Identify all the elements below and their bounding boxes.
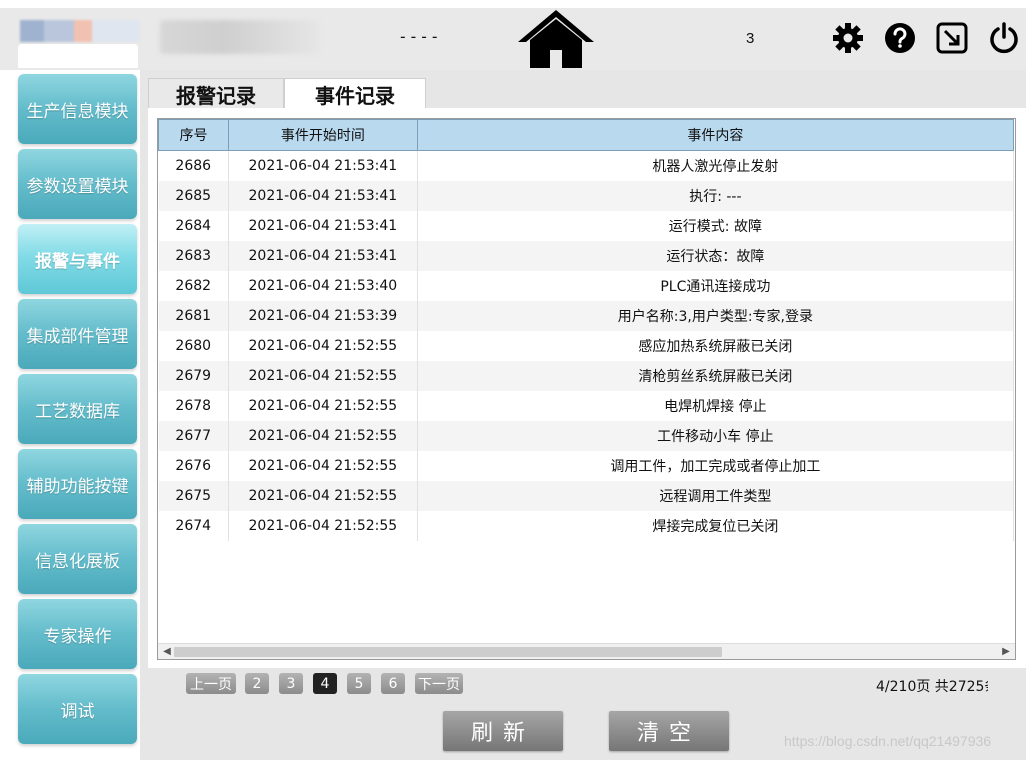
sidebar-item-production[interactable]: 生产信息模块 [18,74,137,144]
blurred-logo [20,20,140,42]
clear-button[interactable]: 清空 [609,711,729,751]
cell-content: 焊接完成复位已关闭 [417,510,1015,541]
cell-id: 2680 [158,330,229,361]
table-row[interactable]: 2680 2021-06-04 21:52:55 感应加热系统屏蔽已关闭 [158,330,1015,361]
watermark: https://blog.csdn.net/qq21497936 [784,733,992,749]
page-button-3[interactable]: 3 [279,673,303,694]
sidebar-item-info-board[interactable]: 信息化展板 [18,524,137,594]
sidebar-item-debug[interactable]: 调试 [18,674,137,744]
header-status-text: ---- [398,27,441,46]
cell-id: 2676 [158,450,229,481]
cell-id: 2677 [158,420,229,451]
table-row[interactable]: 2677 2021-06-04 21:52:55 工件移动小车 停止 [158,420,1015,451]
header-band [0,8,1026,70]
cell-time: 2021-06-04 21:52:55 [228,510,418,541]
scrollbar-thumb[interactable] [174,647,722,657]
gear-icon[interactable] [832,22,864,54]
header-bar: ---- 3 [0,0,1026,70]
cell-id: 2681 [158,300,229,331]
sidebar-item-process-db[interactable]: 工艺数据库 [18,374,137,444]
refresh-button[interactable]: 刷新 [443,711,563,751]
cell-id: 2683 [158,240,229,271]
tab-event-records[interactable]: 事件记录 [284,78,426,109]
table-row[interactable]: 2678 2021-06-04 21:52:55 电焊机焊接 停止 [158,390,1015,421]
cell-time: 2021-06-04 21:53:41 [228,150,418,181]
home-icon[interactable] [516,8,596,70]
cell-id: 2678 [158,390,229,421]
sidebar-item-alarms-events[interactable]: 报警与事件 [18,224,137,294]
prev-page-button[interactable]: 上一页 [186,673,236,694]
cell-time: 2021-06-04 21:53:40 [228,270,418,301]
column-header-content[interactable]: 事件内容 [416,119,1015,151]
cell-id: 2682 [158,270,229,301]
cell-id: 2686 [158,150,229,181]
minimize-window-icon[interactable] [936,22,968,54]
user-number: 3 [746,30,755,47]
cell-content: 工件移动小车 停止 [417,420,1015,451]
table-row[interactable]: 2679 2021-06-04 21:52:55 清枪剪丝系统屏蔽已关闭 [158,360,1015,391]
sidebar-item-parameters[interactable]: 参数设置模块 [18,149,137,219]
scroll-left-icon[interactable]: ◀ [160,645,174,659]
sidebar-item-aux-keys[interactable]: 辅助功能按键 [18,449,137,519]
tab-alarm-records[interactable]: 报警记录 [148,78,284,109]
cell-content: PLC通讯连接成功 [417,270,1015,301]
table-row[interactable]: 2683 2021-06-04 21:53:41 运行状态：故障 [158,240,1015,271]
table-row[interactable]: 2676 2021-06-04 21:52:55 调用工件，加工完成或者停止加工 [158,450,1015,481]
event-table: 序号 事件开始时间 事件内容 2686 2021-06-04 21:53:41 机器… [157,118,1016,660]
cell-time: 2021-06-04 21:53:41 [228,210,418,241]
cell-time: 2021-06-04 21:52:55 [228,360,418,391]
power-icon[interactable] [988,22,1020,54]
blurred-title [160,20,320,54]
sidebar-item-components[interactable]: 集成部件管理 [18,299,137,369]
cell-content: 机器人激光停止发射 [417,150,1015,181]
table-row[interactable]: 2684 2021-06-04 21:53:41 运行模式: 故障 [158,210,1015,241]
table-row[interactable]: 2682 2021-06-04 21:53:40 PLC通讯连接成功 [158,270,1015,301]
cell-content: 运行状态：故障 [417,240,1015,271]
cell-content: 运行模式: 故障 [417,210,1015,241]
column-header-id[interactable]: 序号 [158,119,229,151]
cell-content: 执行: --- [417,180,1015,211]
cell-id: 2684 [158,210,229,241]
cell-time: 2021-06-04 21:52:55 [228,450,418,481]
cell-content: 电焊机焊接 停止 [417,390,1015,421]
page-button-2[interactable]: 2 [245,673,269,694]
scroll-right-icon[interactable]: ▶ [999,645,1013,659]
table-row[interactable]: 2685 2021-06-04 21:53:41 执行: --- [158,180,1015,211]
column-header-time[interactable]: 事件开始时间 [227,119,418,151]
cell-id: 2685 [158,180,229,211]
cell-time: 2021-06-04 21:52:55 [228,330,418,361]
table-row[interactable]: 2674 2021-06-04 21:52:55 焊接完成复位已关闭 [158,510,1015,541]
cell-time: 2021-06-04 21:52:55 [228,420,418,451]
cell-id: 2679 [158,360,229,391]
cell-content: 清枪剪丝系统屏蔽已关闭 [417,360,1015,391]
table-header-row: 序号 事件开始时间 事件内容 [158,119,1015,151]
logo-tab [18,44,138,68]
cell-content: 感应加热系统屏蔽已关闭 [417,330,1015,361]
cell-time: 2021-06-04 21:53:41 [228,180,418,211]
page-button-6[interactable]: 6 [381,673,405,694]
table-row[interactable]: 2681 2021-06-04 21:53:39 用户名称:3,用户类型:专家,登录 [158,300,1015,331]
page-info: 4/210页 共2725条 [876,679,988,695]
page-button-4-current[interactable]: 4 [313,673,337,694]
cell-time: 2021-06-04 21:53:41 [228,240,418,271]
cell-time: 2021-06-04 21:52:55 [228,390,418,421]
help-icon[interactable] [884,22,916,54]
cell-content: 用户名称:3,用户类型:专家,登录 [417,300,1015,331]
cell-content: 远程调用工件类型 [417,480,1015,511]
cell-content: 调用工件，加工完成或者停止加工 [417,450,1015,481]
table-row[interactable]: 2675 2021-06-04 21:52:55 远程调用工件类型 [158,480,1015,511]
cell-time: 2021-06-04 21:53:39 [228,300,418,331]
page-button-5[interactable]: 5 [347,673,371,694]
cell-id: 2674 [158,510,229,541]
table-row[interactable]: 2686 2021-06-04 21:53:41 机器人激光停止发射 [158,150,1015,181]
next-page-button[interactable]: 下一页 [415,673,463,694]
horizontal-scrollbar[interactable]: ◀ ▶ [158,643,1015,659]
cell-id: 2675 [158,480,229,511]
sidebar-item-expert[interactable]: 专家操作 [18,599,137,669]
cell-time: 2021-06-04 21:52:55 [228,480,418,511]
sidebar: 生产信息模块 参数设置模块 报警与事件 集成部件管理 工艺数据库 辅助功能按键 … [0,70,140,760]
